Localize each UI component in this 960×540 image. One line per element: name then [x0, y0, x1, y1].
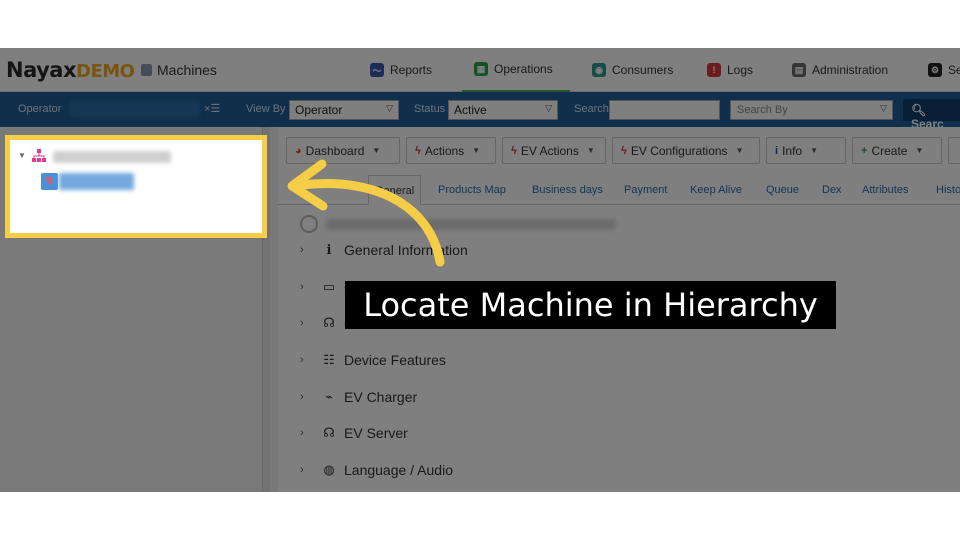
more-button[interactable]	[948, 137, 960, 164]
chevron-right-icon: ›	[300, 281, 304, 293]
filter-bar: Operator ×☰ View By Operator ▽ Status Ac…	[0, 92, 960, 131]
ev-charger-icon: ⌁	[325, 389, 333, 404]
dashboard-button[interactable]: ◕ Dashboard ▼	[286, 137, 400, 164]
tab-payment[interactable]: Payment	[624, 184, 667, 196]
tab-queue[interactable]: Queue	[766, 184, 799, 196]
ev-actions-button[interactable]: ϟ EV Actions ▼	[502, 137, 606, 164]
tab-history[interactable]: Histo	[936, 184, 960, 196]
section-ev-charger[interactable]: › ⌁ EV Charger	[300, 386, 417, 408]
device-icon: ▭	[322, 279, 336, 294]
search-input[interactable]	[609, 100, 720, 120]
tab-products-map[interactable]: Products Map	[438, 184, 506, 196]
section-language-audio[interactable]: › ◍ Language / Audio	[300, 459, 453, 481]
chevron-down-icon: ▼	[915, 146, 924, 155]
actions-button[interactable]: ϟ Actions ▼	[406, 137, 496, 164]
highlight-frame	[5, 135, 267, 238]
tab-keep-alive[interactable]: Keep Alive	[690, 184, 742, 196]
section-general-information[interactable]: › i General Information	[300, 239, 468, 261]
chevron-right-icon: ›	[300, 317, 304, 329]
operator-label: Operator	[18, 103, 62, 115]
info-button[interactable]: i Info ▼	[766, 137, 846, 164]
tab-dex[interactable]: Dex	[822, 184, 842, 196]
info-icon: i	[775, 144, 779, 157]
logs-icon: !	[707, 63, 721, 77]
chevron-down-icon: ▽	[880, 103, 887, 113]
search-by-select[interactable]: Search By ▽	[730, 100, 893, 120]
tab-attributes[interactable]: Attributes	[862, 184, 908, 196]
chevron-down-icon: ▼	[735, 146, 744, 155]
nav-tab-operations[interactable]: ▦ Operations	[462, 48, 570, 92]
ev-configurations-button[interactable]: ϟ EV Configurations ▼	[612, 137, 760, 164]
operator-clear-icon[interactable]: ×☰	[204, 102, 220, 115]
view-by-label: View By	[246, 103, 286, 115]
chevron-right-icon: ›	[300, 427, 304, 439]
status-label: Status	[414, 103, 446, 115]
create-button[interactable]: + Create ▼	[852, 137, 942, 164]
chevron-down-icon: ▼	[472, 146, 481, 155]
plus-icon: +	[861, 144, 868, 157]
chevron-down-icon: ▼	[810, 146, 818, 155]
tab-general[interactable]: General	[368, 175, 422, 205]
status-select[interactable]: Active ▽	[448, 100, 558, 120]
nav-tab-logs[interactable]: ! Logs	[707, 48, 753, 92]
search-icon: 🔍︎	[911, 103, 927, 117]
machine-info-line	[326, 219, 616, 230]
machine-status-icon	[300, 215, 318, 233]
info-icon: i	[326, 242, 332, 258]
top-navigation: NayaxDEMO Machines 〜 Reports ▦ Operation…	[0, 48, 960, 92]
detail-tabs: General Products Map Business days Payme…	[278, 175, 960, 205]
search-label: Search	[574, 103, 609, 115]
search-button[interactable]: 🔍︎ Searc	[903, 99, 960, 131]
section-device-features[interactable]: › ☷ Device Features	[300, 349, 446, 371]
nav-tab-administration[interactable]: ▤ Administration	[792, 48, 888, 92]
chevron-right-icon: ›	[300, 391, 304, 403]
section-ev-server[interactable]: › ☊ EV Server	[300, 422, 408, 444]
administration-icon: ▤	[792, 63, 806, 77]
chevron-right-icon: ›	[300, 464, 304, 476]
nav-tab-consumers[interactable]: ◉ Consumers	[592, 48, 673, 92]
lightning-icon: ϟ	[415, 144, 421, 157]
machines-icon	[141, 64, 152, 76]
chevron-down-icon: ▼	[372, 146, 381, 155]
features-icon: ☷	[323, 352, 335, 367]
nav-tab-settings[interactable]: ⚙ Se	[928, 48, 960, 92]
chevron-down-icon: ▽	[545, 103, 552, 113]
lightning-icon: ϟ	[621, 144, 627, 157]
chevron-right-icon: ›	[300, 244, 304, 256]
chevron-down-icon: ▽	[386, 103, 393, 113]
operator-input[interactable]	[70, 101, 200, 117]
antenna-icon: ☊	[323, 425, 335, 440]
tab-business-days[interactable]: Business days	[532, 184, 603, 196]
settings-icon: ⚙	[928, 63, 942, 77]
nav-tab-reports[interactable]: 〜 Reports	[370, 48, 432, 92]
chevron-right-icon: ›	[300, 354, 304, 366]
globe-icon: ◍	[323, 462, 335, 477]
app-window: NayaxDEMO Machines 〜 Reports ▦ Operation…	[0, 48, 960, 492]
consumers-icon: ◉	[592, 63, 606, 77]
nayax-logo[interactable]: NayaxDEMO	[6, 58, 135, 82]
tutorial-callout: Locate Machine in Hierarchy	[345, 281, 836, 329]
view-by-select[interactable]: Operator ▽	[289, 100, 399, 120]
pie-chart-icon: ◕	[295, 144, 302, 157]
antenna-icon: ☊	[323, 315, 335, 330]
operations-icon: ▦	[474, 62, 488, 76]
reports-icon: 〜	[370, 63, 384, 77]
lightning-icon: ϟ	[511, 144, 517, 157]
chevron-down-icon: ▼	[586, 146, 595, 155]
page-title: Machines	[157, 62, 217, 78]
